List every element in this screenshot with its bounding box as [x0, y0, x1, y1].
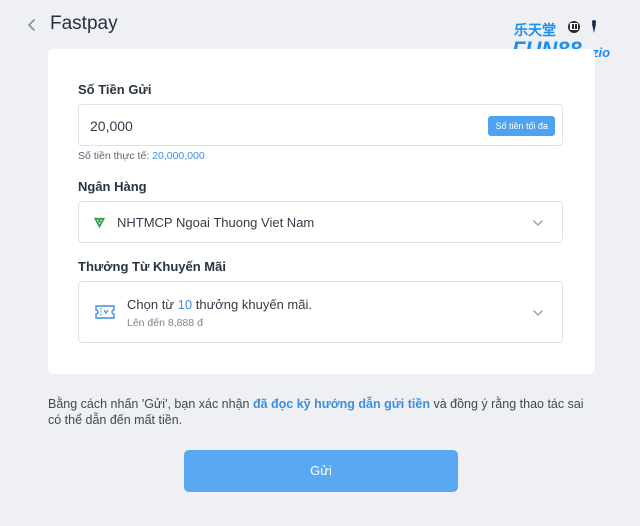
promo-count: 10: [177, 297, 193, 312]
promo-suffix: thưởng khuyến mãi.: [195, 297, 312, 312]
header: Fastpay 乐天堂 FUN88 zio: [0, 0, 640, 62]
bank-label: Ngân Hàng: [78, 179, 147, 194]
chevron-down-icon: [533, 310, 543, 316]
ticket-icon: [95, 305, 115, 319]
promo-label: Thưởng Từ Khuyến Mãi: [78, 259, 226, 274]
bank-logo-icon: [93, 217, 106, 229]
promo-select[interactable]: Chọn từ 10 thưởng khuyến mãi. Lên đến 8,…: [78, 281, 563, 343]
amount-value[interactable]: 20,000: [90, 118, 133, 134]
max-amount-button[interactable]: Số tiền tối đa: [488, 116, 555, 136]
amount-input[interactable]: 20,000 Số tiền tối đa: [78, 104, 563, 146]
page-title: Fastpay: [50, 13, 118, 34]
actual-amount-value: 20,000,000: [152, 150, 205, 162]
terms-prefix: Bằng cách nhấn 'Gửi', bạn xác nhận: [48, 397, 250, 411]
submit-button[interactable]: Gửi: [184, 450, 458, 492]
promo-count-text: Chọn từ 10 thưởng khuyến mãi.: [127, 297, 312, 312]
bank-value: NHTMCP Ngoai Thuong Viet Nam: [117, 215, 315, 230]
back-arrow-icon[interactable]: [24, 15, 40, 35]
promo-max-text: Lên đến 8,888 đ: [127, 317, 203, 329]
promo-prefix: Chọn từ: [127, 297, 175, 312]
actual-amount-label: Số tiền thực tế:: [78, 150, 150, 162]
terms-notice: Bằng cách nhấn 'Gửi', bạn xác nhận đã đọ…: [48, 396, 596, 428]
actual-amount: Số tiền thực tế: 20,000,000: [78, 150, 205, 162]
amount-label: Số Tiền Gửi: [78, 82, 152, 97]
deposit-guide-link[interactable]: đã đọc kỹ hướng dẫn gửi tiền: [253, 397, 430, 411]
deposit-form-card: Số Tiền Gửi 20,000 Số tiền tối đa Số tiề…: [48, 49, 595, 374]
bank-select[interactable]: NHTMCP Ngoai Thuong Viet Nam: [78, 201, 563, 243]
chevron-down-icon: [533, 220, 543, 226]
